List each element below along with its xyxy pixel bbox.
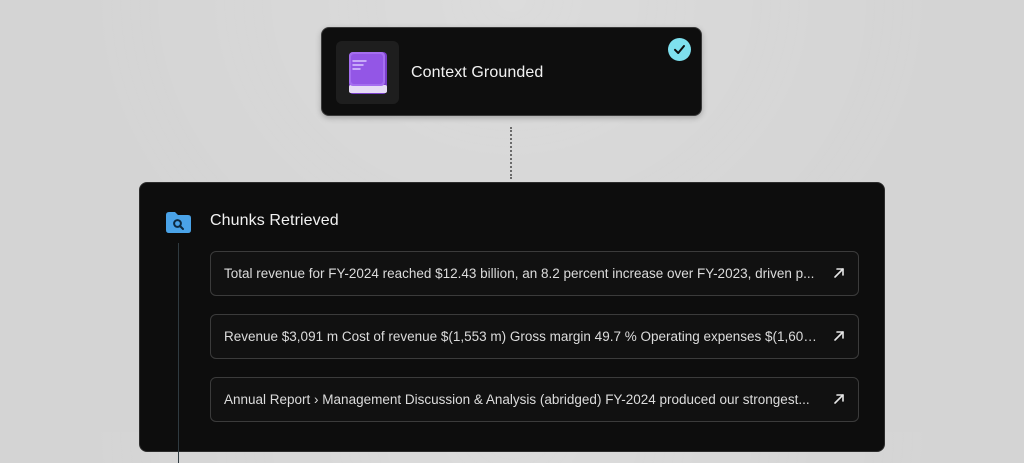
chunk-item[interactable]: Annual Report › Management Discussion & … <box>210 377 859 422</box>
chunk-item[interactable]: Total revenue for FY-2024 reached $12.43… <box>210 251 859 296</box>
context-grounded-card[interactable]: Context Grounded <box>321 27 702 116</box>
folder-search-icon <box>166 212 191 233</box>
chunk-text: Revenue $3,091 m Cost of revenue $(1,553… <box>224 329 818 344</box>
chunk-item[interactable]: Revenue $3,091 m Cost of revenue $(1,553… <box>210 314 859 359</box>
timeline-line <box>178 243 179 463</box>
chunk-text: Total revenue for FY-2024 reached $12.43… <box>224 266 815 281</box>
dotted-connector <box>510 127 512 179</box>
chunk-text: Annual Report › Management Discussion & … <box>224 392 810 407</box>
chunks-retrieved-title: Chunks Retrieved <box>210 212 339 229</box>
arrow-up-right-icon[interactable] <box>832 329 846 343</box>
check-circle-icon <box>668 38 691 61</box>
chunks-retrieved-panel: Chunks Retrieved Total revenue for FY-20… <box>139 182 885 463</box>
arrow-up-right-icon[interactable] <box>832 392 846 406</box>
arrow-up-right-icon[interactable] <box>832 266 846 280</box>
book-icon <box>349 52 387 94</box>
book-icon-tile <box>336 41 399 104</box>
context-grounded-title: Context Grounded <box>411 64 544 81</box>
